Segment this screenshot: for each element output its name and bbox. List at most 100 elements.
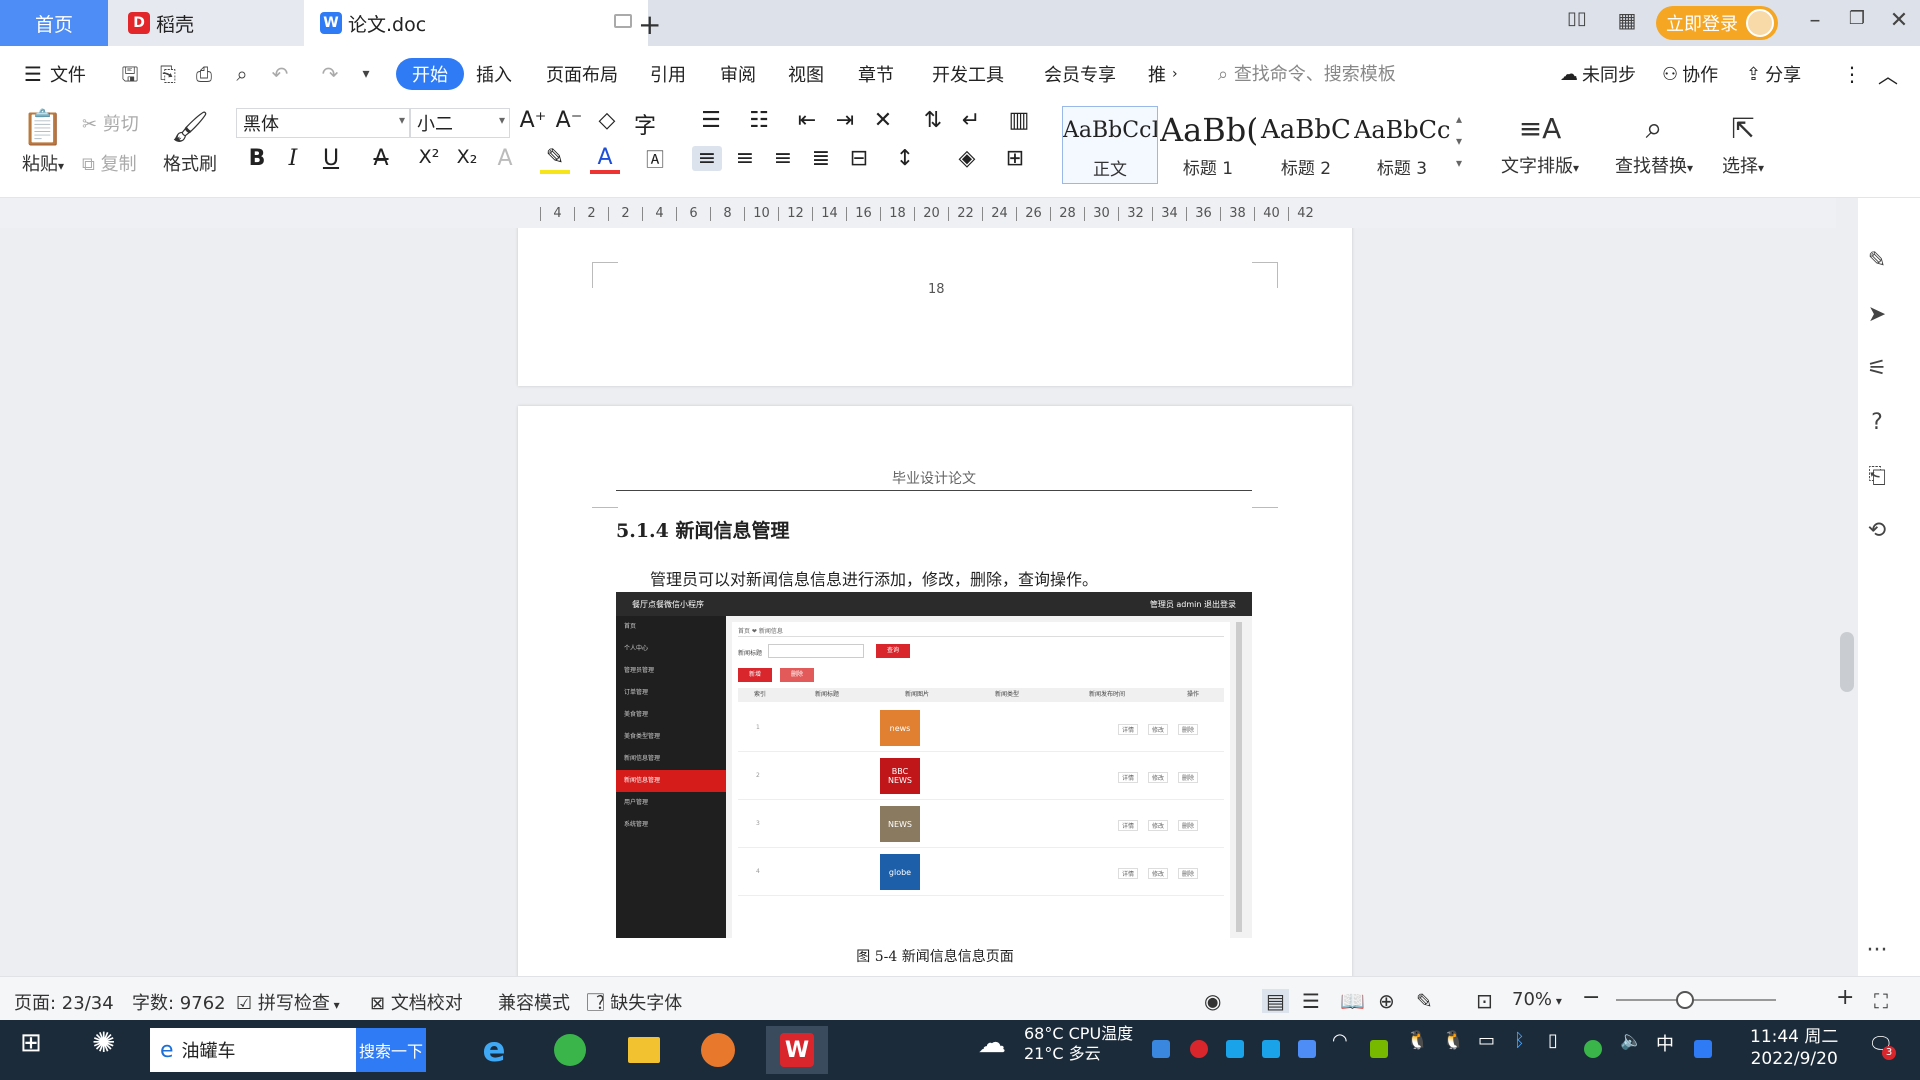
bluetooth-icon[interactable]: ᛒ: [1514, 1030, 1525, 1051]
tray-qq-icon[interactable]: 🐧: [1406, 1030, 1428, 1051]
zoom-out-icon[interactable]: −: [1582, 985, 1600, 1010]
strikethrough-icon[interactable]: A: [366, 146, 396, 171]
char-border-icon[interactable]: 🄰: [640, 146, 670, 172]
align-center-icon[interactable]: ≡: [730, 146, 760, 171]
tab-chapter[interactable]: 章节: [858, 46, 894, 102]
export-pdf-icon[interactable]: ⎘: [154, 60, 182, 88]
web-view-icon[interactable]: ⊕: [1378, 989, 1395, 1013]
quick-access-dropdown-icon[interactable]: ▾: [352, 60, 380, 88]
style-heading3[interactable]: AaBbCc 标题 3: [1354, 106, 1450, 184]
body-paragraph[interactable]: 管理员可以对新闻信息信息进行添加，修改，删除，查询操作。: [650, 566, 1098, 590]
taskbar-search-button[interactable]: 搜索一下: [356, 1028, 426, 1072]
sort-icon[interactable]: ⇅: [918, 108, 948, 133]
italic-icon[interactable]: I: [278, 146, 308, 171]
decrease-indent-icon[interactable]: ⇤: [792, 108, 822, 133]
fullscreen-icon[interactable]: ⛶: [1874, 989, 1888, 1013]
decrease-font-icon[interactable]: A⁻: [554, 108, 584, 133]
superscript-icon[interactable]: X²: [414, 146, 444, 168]
new-tab-plus-icon[interactable]: +: [638, 8, 661, 41]
doc-assist-icon[interactable]: ⎗: [1862, 464, 1892, 494]
clear-format-icon[interactable]: ◇: [592, 108, 622, 133]
style-heading2[interactable]: AaBbC 标题 2: [1258, 106, 1354, 184]
usb-device-icon[interactable]: ▯: [1548, 1030, 1558, 1051]
chinese-layout-icon[interactable]: ✕: [868, 108, 898, 133]
reading-view-icon[interactable]: 📖: [1340, 989, 1365, 1013]
format-painter-button[interactable]: 🖌 格式刷: [160, 106, 220, 176]
command-search[interactable]: ⌕ 查找命令、搜索模板: [1218, 60, 1396, 86]
highlight-icon[interactable]: ✎: [540, 146, 570, 174]
save-icon[interactable]: 🖫: [116, 60, 144, 88]
help-icon[interactable]: ?: [1862, 410, 1892, 440]
missing-font-button[interactable]: ?⃞ 缺失字体: [596, 989, 682, 1015]
scroll-track[interactable]: [1836, 198, 1858, 976]
pinyin-icon[interactable]: 字: [630, 108, 660, 140]
style-heading1[interactable]: AaBb( 标题 1: [1160, 106, 1256, 184]
horizontal-ruler[interactable]: 4 2 2 4 6 8 10 12 14 16 18 20 22 24 26 28 30 32 34 36 38 40 42: [0, 198, 1920, 228]
volume-icon[interactable]: 🔈: [1620, 1030, 1642, 1051]
pinwheel-app-icon[interactable]: ✺: [92, 1026, 115, 1059]
write-view-icon[interactable]: ✎: [1416, 989, 1433, 1013]
borders-icon[interactable]: ⊞: [1000, 146, 1030, 171]
tab-references[interactable]: 引用: [650, 46, 686, 102]
style-normal[interactable]: AaBbCcI 正文: [1062, 106, 1158, 184]
tray-network-tool-icon[interactable]: [1226, 1040, 1244, 1058]
subscript-icon[interactable]: X₂: [452, 146, 482, 168]
fit-page-icon[interactable]: ⊡: [1476, 989, 1493, 1013]
underline-icon[interactable]: U: [316, 146, 346, 171]
grid-apps-icon[interactable]: ▦: [1612, 8, 1642, 32]
tab-page-layout[interactable]: 页面布局: [546, 46, 618, 102]
wifi-icon[interactable]: ◠: [1332, 1030, 1348, 1051]
table-ruler-icon[interactable]: ▥: [1004, 108, 1034, 133]
spell-check-button[interactable]: ☑ 拼写检查 ▾: [236, 989, 340, 1015]
notification-icon[interactable]: 🗨 3: [1868, 1032, 1896, 1060]
page-view-icon[interactable]: ▤: [1262, 989, 1289, 1013]
pen-icon[interactable]: ✎: [1862, 248, 1892, 278]
pointer-icon[interactable]: ➤: [1862, 302, 1892, 332]
more-dots-icon[interactable]: ···: [1862, 938, 1892, 968]
page-indicator[interactable]: 页面: 23/34: [14, 989, 114, 1015]
collapse-ribbon-icon[interactable]: ︿: [1878, 46, 1898, 102]
increase-font-icon[interactable]: A⁺: [518, 108, 548, 133]
embedded-screenshot[interactable]: 餐厅点餐微信小程序 管理员 admin 退出登录 首页 个人中心 管理员管理 订单管理…: [616, 592, 1252, 938]
tab-more[interactable]: 推 ›: [1148, 46, 1178, 102]
minimize-icon[interactable]: –: [1800, 8, 1830, 33]
section-heading[interactable]: 5.1.4 新闻信息管理: [616, 516, 790, 543]
tab-start[interactable]: 开始: [396, 58, 464, 90]
weather-widget[interactable]: 68°C CPU温度 21°C 多云: [1024, 1024, 1133, 1064]
zoom-select[interactable]: 70% ▾: [1512, 989, 1562, 1010]
tab-view[interactable]: 视图: [788, 46, 824, 102]
shading-icon[interactable]: ◈: [952, 146, 982, 171]
show-marks-icon[interactable]: ↵: [956, 108, 986, 133]
distributed-icon[interactable]: ⊟: [844, 146, 874, 171]
reading-layout-icon[interactable]: ▯▯: [1562, 8, 1592, 29]
file-menu[interactable]: ☰ 文件: [24, 46, 86, 102]
numbered-list-icon[interactable]: ☷: [744, 108, 774, 133]
tray-security-icon[interactable]: [1190, 1040, 1208, 1058]
tray-shield-icon[interactable]: [1298, 1040, 1316, 1058]
tab-developer[interactable]: 开发工具: [932, 46, 1004, 102]
text-layout-button[interactable]: ≡A 文字排版▾: [1494, 106, 1586, 178]
sync-button[interactable]: ☁ 未同步: [1560, 46, 1636, 102]
collab-button[interactable]: ⚇ 协作: [1662, 46, 1718, 102]
tab-document[interactable]: W 论文.doc: [304, 0, 648, 46]
increase-indent-icon[interactable]: ⇥: [830, 108, 860, 133]
document-canvas[interactable]: 18 毕业设计论文 5.1.4 新闻信息管理 管理员可以对新闻信息信息进行添加，…: [0, 228, 1836, 976]
print-icon[interactable]: ⎙: [190, 60, 218, 88]
undo-icon[interactable]: ↶: [266, 60, 294, 88]
taskbar-search-input[interactable]: e 油罐车: [150, 1028, 356, 1072]
styles-scroll-icon[interactable]: ▴ ▾ ▾: [1456, 108, 1462, 174]
tab-review[interactable]: 审阅: [720, 46, 756, 102]
zoom-in-icon[interactable]: +: [1836, 985, 1854, 1010]
tab-insert[interactable]: 插入: [476, 46, 512, 102]
font-name-select[interactable]: 黑体: [236, 108, 410, 138]
outline-view-icon[interactable]: ☰: [1302, 989, 1320, 1013]
tray-network-tool-icon-2[interactable]: [1262, 1040, 1280, 1058]
cut-button[interactable]: ✂ 剪切: [82, 110, 139, 136]
monitor-icon[interactable]: [614, 14, 632, 28]
battery-icon[interactable]: ▭: [1478, 1030, 1495, 1051]
tab-docer[interactable]: D 稻壳: [108, 0, 304, 46]
justify-icon[interactable]: ≣: [806, 146, 836, 171]
file-explorer-icon[interactable]: [618, 1026, 670, 1074]
wps-taskbar-icon[interactable]: W: [766, 1026, 828, 1074]
backup-icon[interactable]: ⟲: [1862, 518, 1892, 548]
